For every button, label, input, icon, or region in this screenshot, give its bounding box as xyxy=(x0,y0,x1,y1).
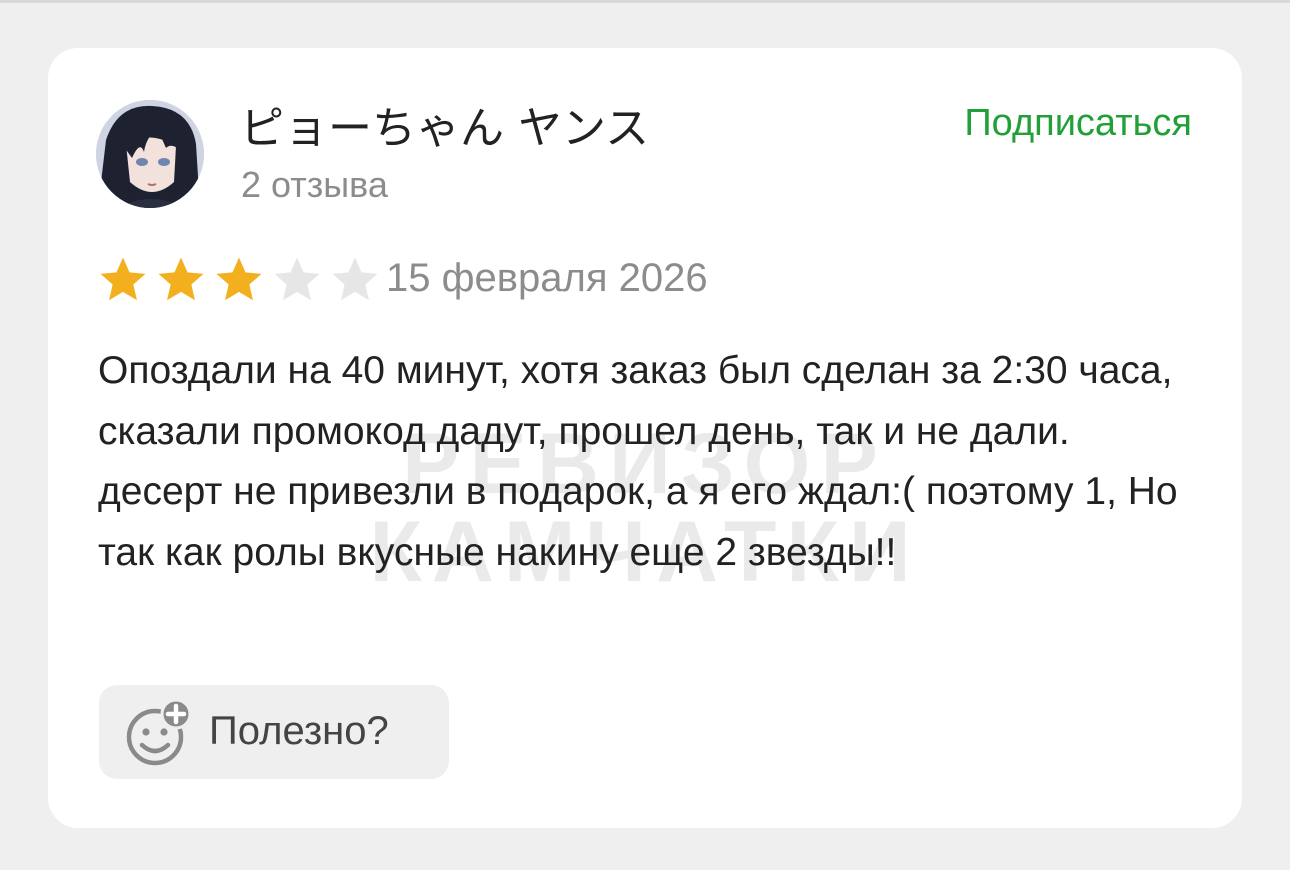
smiley-plus-icon xyxy=(126,698,192,766)
star-rating xyxy=(96,253,386,307)
subscribe-button[interactable]: Подписаться xyxy=(964,102,1192,145)
star-icon xyxy=(216,257,262,301)
author-avatar[interactable] xyxy=(96,100,204,208)
author-name[interactable]: ピョーちゃん ヤンス xyxy=(240,92,649,156)
review-text: Опоздали на 40 минут, хотя заказ был сде… xyxy=(98,349,1178,574)
helpful-label: Полезно? xyxy=(209,709,389,753)
star-icon xyxy=(274,257,320,301)
star-icon xyxy=(158,257,204,301)
top-divider xyxy=(0,0,1290,3)
star-icon xyxy=(100,257,146,301)
review-date: 15 февраля 2026 xyxy=(386,256,708,300)
review-card: ピョーちゃん ヤンス 2 отзыва Подписаться 15 февра… xyxy=(48,48,1242,828)
helpful-button[interactable]: Полезно? xyxy=(99,685,449,779)
star-icon xyxy=(332,257,378,301)
author-review-count: 2 отзыва xyxy=(241,164,388,205)
